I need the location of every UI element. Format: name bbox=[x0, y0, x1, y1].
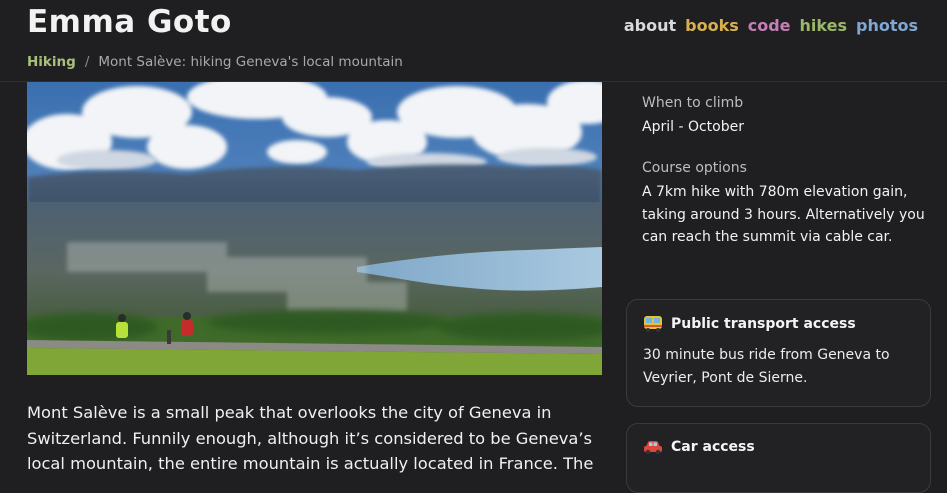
public-transport-title: Public transport access bbox=[671, 316, 856, 332]
nav-books[interactable]: books bbox=[685, 16, 739, 35]
nav-hikes[interactable]: hikes bbox=[800, 16, 847, 35]
site-title[interactable]: Emma Goto bbox=[27, 4, 232, 40]
when-to-climb: When to climb April - October bbox=[626, 95, 744, 139]
when-to-climb-label: When to climb bbox=[642, 95, 744, 111]
nav-photos[interactable]: photos bbox=[856, 16, 918, 35]
nav-code[interactable]: code bbox=[748, 16, 791, 35]
breadcrumb-hiking-link[interactable]: Hiking bbox=[27, 54, 76, 70]
hero-photo-illustration bbox=[27, 82, 602, 375]
public-transport-heading: Public transport access bbox=[643, 315, 914, 333]
course-options: Course options A 7km hike with 780m elev… bbox=[626, 160, 931, 249]
car-access-heading: Car access bbox=[643, 438, 914, 456]
car-access-title: Car access bbox=[671, 439, 755, 455]
intro-paragraph: Mont Salève is a small peak that overloo… bbox=[27, 403, 594, 473]
when-to-climb-value: April - October bbox=[642, 119, 744, 135]
course-options-label: Course options bbox=[642, 160, 747, 176]
car-access-card: Car access bbox=[626, 423, 931, 493]
breadcrumb: Hiking / Mont Salève: hiking Geneva's lo… bbox=[27, 54, 403, 70]
main-nav: about books code hikes photos bbox=[624, 16, 918, 35]
car-icon bbox=[643, 438, 663, 456]
breadcrumb-separator: / bbox=[84, 54, 90, 70]
hero-image bbox=[27, 82, 602, 375]
public-transport-card: Public transport access 30 minute bus ri… bbox=[626, 299, 931, 407]
site-header: Emma Goto about books code hikes photos … bbox=[0, 0, 947, 82]
course-options-value: A 7km hike with 780m elevation gain, tak… bbox=[642, 184, 925, 245]
bus-icon bbox=[643, 315, 663, 333]
breadcrumb-current-page: Mont Salève: hiking Geneva's local mount… bbox=[98, 54, 403, 70]
public-transport-body: 30 minute bus ride from Geneva to Veyrie… bbox=[643, 347, 890, 386]
nav-about[interactable]: about bbox=[624, 16, 676, 35]
